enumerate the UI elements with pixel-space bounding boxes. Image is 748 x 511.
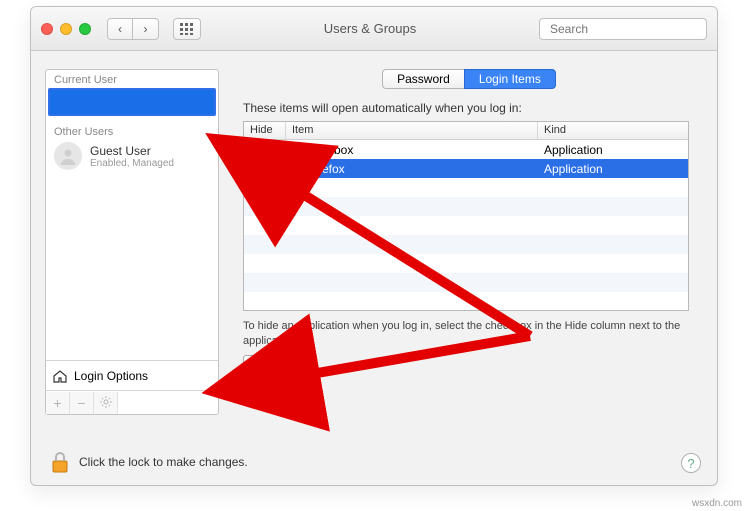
login-items-instruction: These items will open automatically when…: [243, 101, 703, 115]
sidebar-heading-current: Current User: [46, 70, 218, 88]
watermark: wsxdn.com: [692, 498, 742, 509]
table-row: [244, 178, 688, 197]
col-header-kind[interactable]: Kind: [538, 122, 688, 139]
minimize-icon[interactable]: [60, 23, 72, 35]
main-panel: Password Login Items These items will op…: [235, 69, 703, 437]
tab-password[interactable]: Password: [382, 69, 464, 89]
help-button[interactable]: ?: [681, 453, 701, 473]
house-icon: [52, 368, 68, 384]
item-name: Firefox: [308, 162, 345, 176]
add-item-button[interactable]: +: [243, 355, 265, 375]
item-name: Dropbox: [308, 143, 353, 157]
back-button[interactable]: ‹: [107, 18, 133, 40]
hide-hint-text: To hide an application when you log in, …: [243, 319, 683, 349]
guest-name: Guest User: [90, 144, 174, 158]
forward-button[interactable]: ›: [133, 18, 159, 40]
table-row: [244, 235, 688, 254]
col-header-hide[interactable]: Hide: [244, 122, 286, 139]
login-options-button[interactable]: Login Options: [46, 360, 218, 390]
table-row[interactable]: Firefox Application: [244, 159, 688, 178]
hide-checkbox[interactable]: [259, 144, 271, 156]
zoom-icon[interactable]: [79, 23, 91, 35]
close-icon[interactable]: [41, 23, 53, 35]
dropbox-icon: [288, 143, 302, 157]
gear-icon: [100, 396, 112, 408]
table-row: [244, 216, 688, 235]
search-input[interactable]: [550, 22, 705, 36]
table-row[interactable]: Dropbox Application: [244, 140, 688, 159]
sidebar-item-guest[interactable]: Guest User Enabled, Managed: [46, 140, 218, 176]
table-row: [244, 254, 688, 273]
search-field[interactable]: [539, 18, 707, 40]
titlebar: ‹ › Users & Groups: [31, 7, 717, 51]
lock-icon[interactable]: [51, 451, 69, 473]
preferences-window: ‹ › Users & Groups Current User Other Us…: [30, 6, 718, 486]
guest-subtitle: Enabled, Managed: [90, 158, 174, 169]
tab-login-items[interactable]: Login Items: [464, 69, 556, 89]
user-actions-button[interactable]: [94, 392, 118, 414]
table-row: [244, 197, 688, 216]
sidebar-item-current-user[interactable]: [48, 88, 216, 116]
show-all-button[interactable]: [173, 18, 201, 40]
window-title: Users & Groups: [209, 21, 531, 36]
table-row: [244, 292, 688, 311]
user-sidebar: Current User Other Users Guest User Enab…: [45, 69, 219, 415]
col-header-item[interactable]: Item: [286, 122, 538, 139]
item-kind: Application: [538, 162, 688, 176]
login-options-label: Login Options: [74, 369, 148, 383]
avatar-icon: [54, 142, 82, 170]
item-kind: Application: [538, 143, 688, 157]
login-items-table: Hide Item Kind DropboxApplicationFirefox…: [243, 121, 689, 311]
sidebar-heading-other: Other Users: [46, 122, 218, 140]
hide-checkbox[interactable]: [259, 163, 271, 175]
add-user-button[interactable]: +: [46, 392, 70, 414]
firefox-icon: [288, 162, 302, 176]
remove-item-button[interactable]: −: [265, 355, 287, 375]
table-row: [244, 273, 688, 292]
lock-text: Click the lock to make changes.: [79, 455, 248, 469]
remove-user-button[interactable]: −: [70, 392, 94, 414]
